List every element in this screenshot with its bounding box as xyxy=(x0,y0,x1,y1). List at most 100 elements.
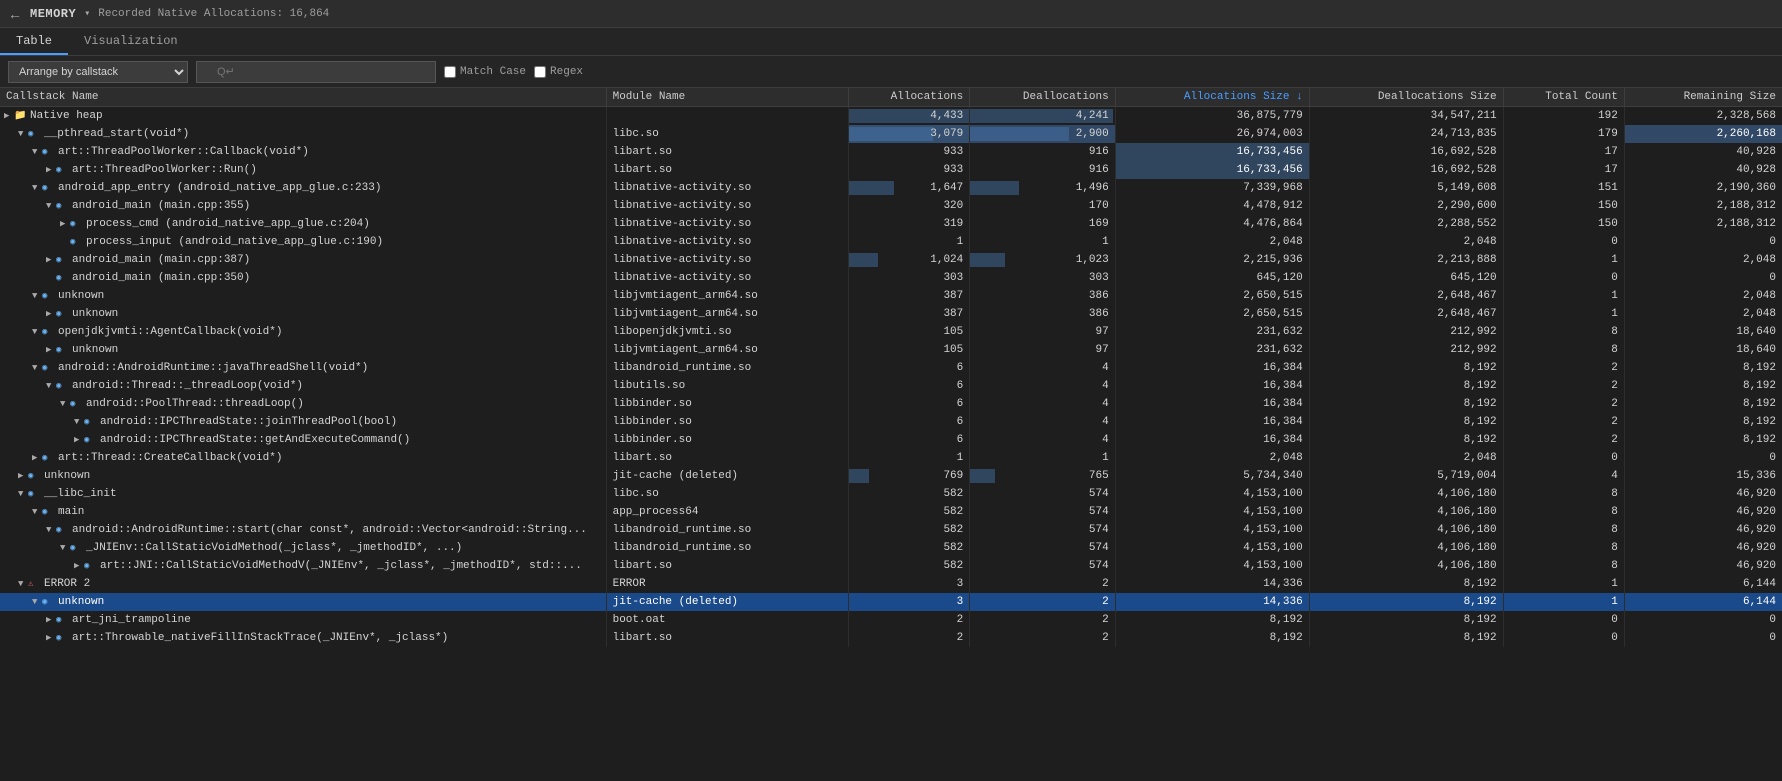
remaining-size: 6,144 xyxy=(1624,593,1782,611)
expand-icon[interactable]: ▼ xyxy=(32,183,42,193)
expand-icon[interactable]: ▼ xyxy=(32,597,42,607)
expand-icon[interactable]: ▶ xyxy=(18,471,28,481)
col-header-totalcount[interactable]: Total Count xyxy=(1503,88,1624,107)
table-row[interactable]: ▼◉android::AndroidRuntime::javaThreadShe… xyxy=(0,359,1782,377)
remaining-size: 2,188,312 xyxy=(1624,197,1782,215)
expand-icon[interactable]: ▼ xyxy=(60,543,70,553)
expand-icon[interactable]: ▼ xyxy=(18,489,28,499)
table-row[interactable]: ▶◉unknownjit-cache (deleted)7697655,734,… xyxy=(0,467,1782,485)
table-row[interactable]: ◉android_main (main.cpp:350)libnative-ac… xyxy=(0,269,1782,287)
callstack-name: process_input (android_native_app_glue.c… xyxy=(86,236,383,248)
table-row[interactable]: ▶◉android_main (main.cpp:387)libnative-a… xyxy=(0,251,1782,269)
col-header-callstack[interactable]: Callstack Name xyxy=(0,88,606,107)
tab-table[interactable]: Table xyxy=(0,28,68,55)
table-row[interactable]: ▼◉android::Thread::_threadLoop(void*)lib… xyxy=(0,377,1782,395)
col-header-dealloc[interactable]: Deallocations xyxy=(970,88,1115,107)
expand-icon[interactable]: ▶ xyxy=(46,345,56,355)
func-icon: ◉ xyxy=(56,201,70,211)
module-name: boot.oat xyxy=(606,611,848,629)
table-row[interactable]: ▼◉android_app_entry (android_native_app_… xyxy=(0,179,1782,197)
expand-icon[interactable]: ▶ xyxy=(4,111,14,121)
expand-icon[interactable]: ▼ xyxy=(46,201,56,211)
table-row[interactable]: ▼◉openjdkjvmti::AgentCallback(void*)libo… xyxy=(0,323,1782,341)
remaining-size: 0 xyxy=(1624,611,1782,629)
back-button[interactable]: ← xyxy=(8,6,22,22)
expand-icon[interactable]: ▶ xyxy=(74,435,84,445)
module-name: jit-cache (deleted) xyxy=(606,467,848,485)
expand-icon[interactable]: ▼ xyxy=(32,147,42,157)
table-row[interactable]: ▼◉__libc_initlibc.so5825744,153,1004,106… xyxy=(0,485,1782,503)
table-container: Callstack Name Module Name Allocations D… xyxy=(0,88,1782,781)
table-row[interactable]: ▼⚠ERROR 2ERROR3214,3368,19216,144 xyxy=(0,575,1782,593)
alloc-size: 16,733,456 xyxy=(1115,161,1309,179)
expand-icon[interactable]: ▼ xyxy=(32,291,42,301)
alloc-count: 2 xyxy=(849,629,970,647)
expand-icon[interactable]: ▶ xyxy=(46,165,56,175)
expand-icon[interactable]: ▼ xyxy=(46,525,56,535)
func-icon: ◉ xyxy=(70,237,84,247)
expand-icon[interactable]: ▶ xyxy=(74,561,84,571)
expand-icon[interactable]: ▼ xyxy=(32,363,42,373)
table-row[interactable]: ▶◉unknownlibjvmtiagent_arm64.so3873862,6… xyxy=(0,305,1782,323)
table-row[interactable]: ▼◉android_main (main.cpp:355)libnative-a… xyxy=(0,197,1782,215)
dealloc-count: 2 xyxy=(970,629,1115,647)
table-row[interactable]: ▶◉art::JNI::CallStaticVoidMethodV(_JNIEn… xyxy=(0,557,1782,575)
dealloc-size: 645,120 xyxy=(1309,269,1503,287)
arrange-select[interactable]: Arrange by callstack xyxy=(8,61,188,83)
col-header-remaining[interactable]: Remaining Size xyxy=(1624,88,1782,107)
callstack-name: __libc_init xyxy=(44,488,117,500)
table-row[interactable]: ▼◉_JNIEnv::CallStaticVoidMethod(_jclass*… xyxy=(0,539,1782,557)
table-row[interactable]: ▼◉android::AndroidRuntime::start(char co… xyxy=(0,521,1782,539)
table-row[interactable]: ▼◉unknownjit-cache (deleted)3214,3368,19… xyxy=(0,593,1782,611)
search-input[interactable] xyxy=(196,61,436,83)
total-count: 8 xyxy=(1503,503,1624,521)
col-header-allocsize[interactable]: Allocations Size ↓ xyxy=(1115,88,1309,107)
table-row[interactable]: ▶◉art::Throwable_nativeFillInStackTrace(… xyxy=(0,629,1782,647)
table-row[interactable]: ▼◉unknownlibjvmtiagent_arm64.so3873862,6… xyxy=(0,287,1782,305)
col-header-module[interactable]: Module Name xyxy=(606,88,848,107)
col-header-alloc[interactable]: Allocations xyxy=(849,88,970,107)
expand-icon[interactable]: ▼ xyxy=(32,327,42,337)
table-row[interactable]: ▶◉art_jni_trampolineboot.oat228,1928,192… xyxy=(0,611,1782,629)
expand-icon[interactable]: ▶ xyxy=(46,633,56,643)
expand-icon[interactable]: ▶ xyxy=(32,453,42,463)
expand-icon[interactable]: ▼ xyxy=(18,129,28,139)
expand-icon[interactable]: ▼ xyxy=(46,381,56,391)
matchcase-checkbox[interactable] xyxy=(444,66,456,78)
expand-icon[interactable]: ▶ xyxy=(46,255,56,265)
expand-icon[interactable]: ▶ xyxy=(60,219,70,229)
table-row[interactable]: ▼◉mainapp_process645825744,153,1004,106,… xyxy=(0,503,1782,521)
table-row[interactable]: ▶◉art::Thread::CreateCallback(void*)liba… xyxy=(0,449,1782,467)
alloc-count: 769 xyxy=(849,467,970,485)
alloc-size: 16,384 xyxy=(1115,395,1309,413)
table-row[interactable]: ▼◉art::ThreadPoolWorker::Callback(void*)… xyxy=(0,143,1782,161)
expand-icon[interactable]: ▶ xyxy=(46,309,56,319)
table-row[interactable]: ◉process_input (android_native_app_glue.… xyxy=(0,233,1782,251)
expand-icon[interactable]: ▼ xyxy=(18,579,28,589)
module-name: libopenjdkjvmti.so xyxy=(606,323,848,341)
tab-visualization[interactable]: Visualization xyxy=(68,28,194,55)
table-row[interactable]: ▶◉android::IPCThreadState::getAndExecute… xyxy=(0,431,1782,449)
col-header-deallocsize[interactable]: Deallocations Size xyxy=(1309,88,1503,107)
regex-checkbox[interactable] xyxy=(534,66,546,78)
expand-icon[interactable]: ▶ xyxy=(46,615,56,625)
expand-icon[interactable]: ▼ xyxy=(74,417,84,427)
dealloc-count: 2 xyxy=(970,611,1115,629)
table-row[interactable]: ▶📁Native heap4,4334,24136,875,77934,547,… xyxy=(0,107,1782,125)
table-row[interactable]: ▼◉android::PoolThread::threadLoop()libbi… xyxy=(0,395,1782,413)
alloc-size: 14,336 xyxy=(1115,575,1309,593)
dealloc-count: 97 xyxy=(970,341,1115,359)
func-icon: ◉ xyxy=(42,147,56,157)
table-row[interactable]: ▶◉art::ThreadPoolWorker::Run()libart.so9… xyxy=(0,161,1782,179)
table-row[interactable]: ▶◉process_cmd (android_native_app_glue.c… xyxy=(0,215,1782,233)
table-row[interactable]: ▶◉unknownlibjvmtiagent_arm64.so10597231,… xyxy=(0,341,1782,359)
expand-icon[interactable]: ▼ xyxy=(60,399,70,409)
app-dropdown[interactable]: ▾ xyxy=(84,8,90,20)
alloc-size: 2,048 xyxy=(1115,233,1309,251)
dealloc-size: 8,192 xyxy=(1309,431,1503,449)
total-count: 192 xyxy=(1503,107,1624,125)
expand-icon[interactable]: ▼ xyxy=(32,507,42,517)
table-row[interactable]: ▼◉__pthread_start(void*)libc.so3,0792,90… xyxy=(0,125,1782,143)
remaining-size: 0 xyxy=(1624,449,1782,467)
table-row[interactable]: ▼◉android::IPCThreadState::joinThreadPoo… xyxy=(0,413,1782,431)
